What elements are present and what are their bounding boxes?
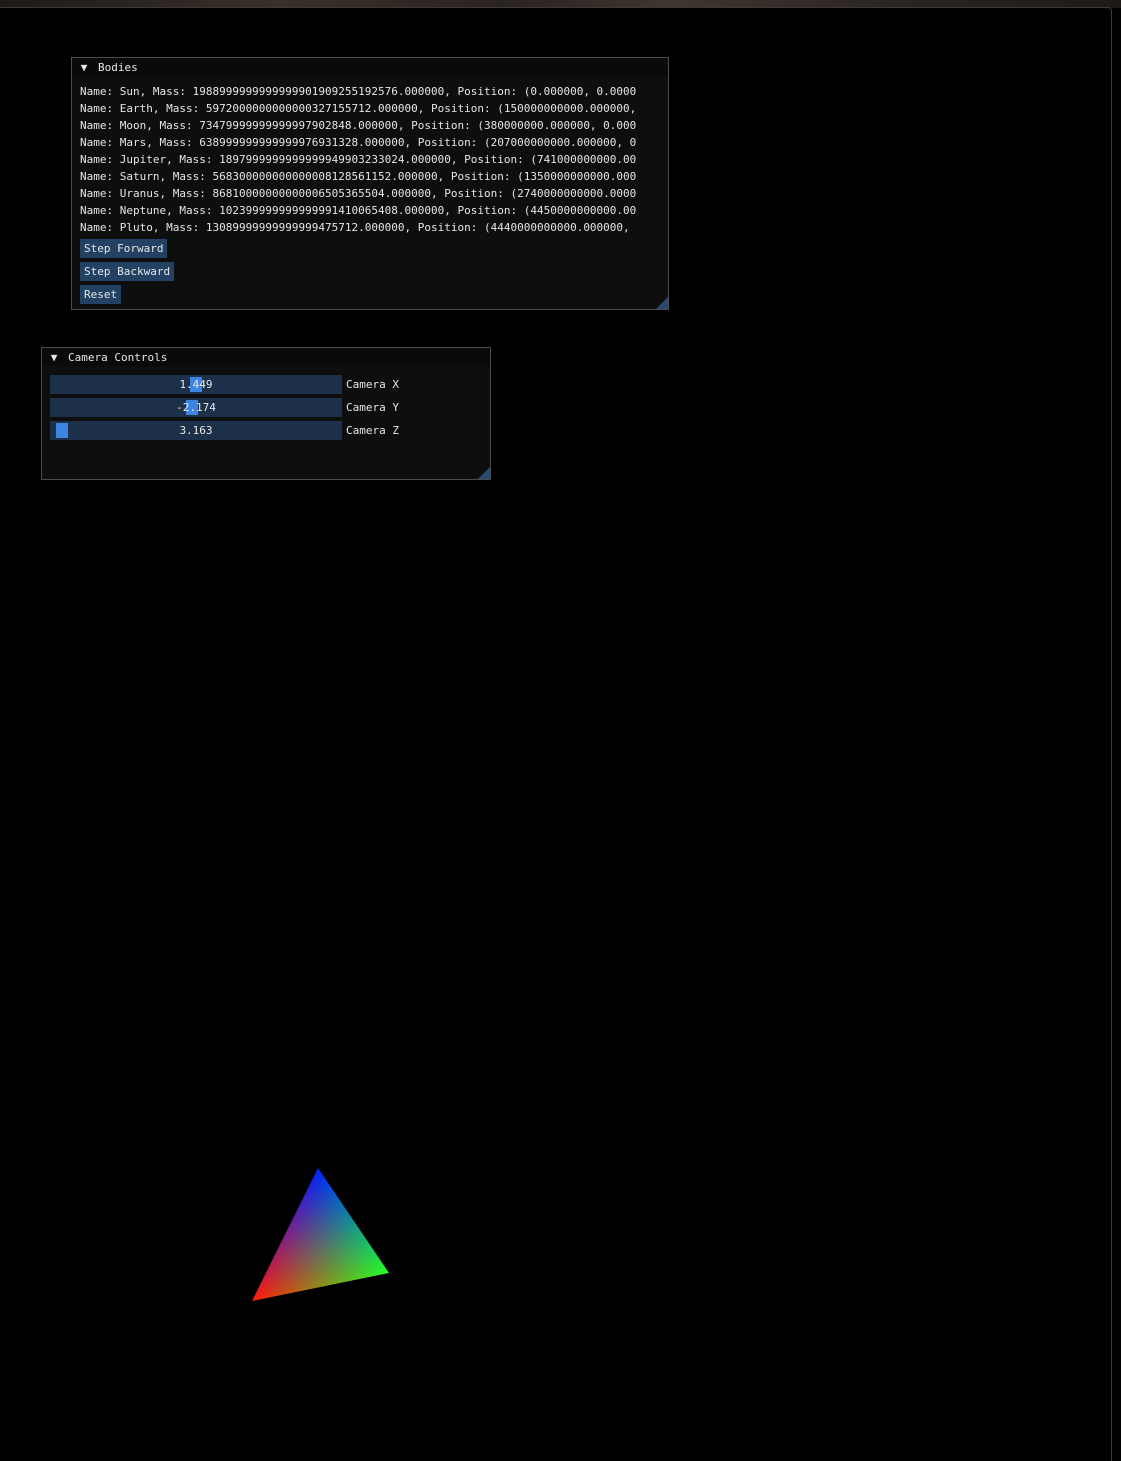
triangle-blue-channel [252, 1168, 389, 1301]
camera-y-row: -2.174 Camera Y [50, 398, 399, 417]
body-line-moon: Name: Moon, Mass: 7347999999999999790284… [80, 119, 637, 132]
camera-controls-window: ▼ Camera Controls 1.449 Camera X -2.174 … [41, 347, 491, 480]
collapse-arrow-icon[interactable]: ▼ [48, 351, 60, 364]
camera-x-row: 1.449 Camera X [50, 375, 399, 394]
camera-y-value: -2.174 [176, 401, 216, 414]
resize-grip-icon[interactable] [656, 297, 668, 309]
resize-grip-icon[interactable] [478, 467, 490, 479]
camera-z-slider[interactable]: 3.163 [50, 421, 342, 440]
bodies-window-title-bar[interactable]: ▼ Bodies [72, 58, 668, 76]
step-forward-button[interactable]: Step Forward [80, 239, 168, 258]
camera-window-title: Camera Controls [68, 350, 168, 364]
camera-x-value: 1.449 [179, 378, 213, 391]
step-backward-button[interactable]: Step Backward [80, 262, 175, 281]
collapse-arrow-icon[interactable]: ▼ [78, 61, 90, 74]
bodies-window: ▼ Bodies Name: Sun, Mass: 19889999999999… [71, 57, 669, 310]
reset-button[interactable]: Reset [80, 285, 122, 304]
camera-x-label: Camera X [346, 378, 399, 391]
body-line-sun: Name: Sun, Mass: 19889999999999999019092… [80, 85, 637, 98]
body-line-jupiter: Name: Jupiter, Mass: 1897999999999999949… [80, 153, 637, 166]
bodies-list: Name: Sun, Mass: 19889999999999999019092… [80, 83, 668, 304]
body-line-saturn: Name: Saturn, Mass: 56830000000000000812… [80, 170, 637, 183]
body-line-earth: Name: Earth, Mass: 597200000000000032715… [80, 102, 637, 115]
camera-z-value: 3.163 [179, 424, 213, 437]
camera-y-label: Camera Y [346, 401, 399, 414]
camera-z-row: 3.163 Camera Z [50, 421, 399, 440]
body-line-mars: Name: Mars, Mass: 6389999999999999769313… [80, 136, 637, 149]
bodies-window-title: Bodies [98, 60, 138, 74]
camera-y-slider[interactable]: -2.174 [50, 398, 342, 417]
body-line-pluto: Name: Pluto, Mass: 130899999999999994757… [80, 221, 630, 234]
rendered-triangle [252, 1168, 389, 1301]
camera-z-label: Camera Z [346, 424, 399, 437]
app-viewport: ▼ Bodies Name: Sun, Mass: 19889999999999… [0, 0, 1121, 1461]
body-line-uranus: Name: Uranus, Mass: 86810000000000006505… [80, 187, 637, 200]
camera-window-title-bar[interactable]: ▼ Camera Controls [42, 348, 490, 366]
body-line-neptune: Name: Neptune, Mass: 1023999999999999914… [80, 204, 637, 217]
camera-x-slider[interactable]: 1.449 [50, 375, 342, 394]
